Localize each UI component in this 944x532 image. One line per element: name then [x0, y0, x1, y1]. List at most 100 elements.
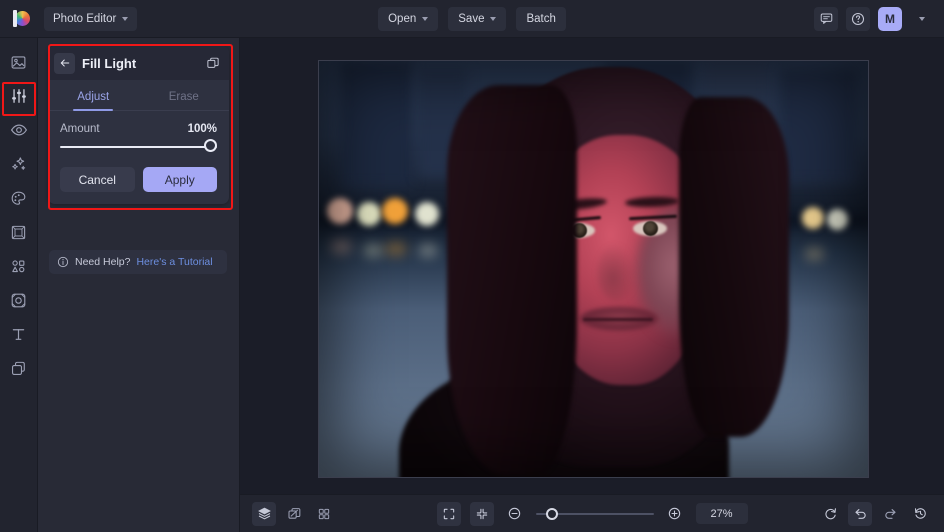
- collapse-arrows-icon: [476, 508, 487, 519]
- layers-stack-icon: [257, 507, 271, 520]
- top-bar-right-actions: M: [814, 6, 934, 31]
- bottom-bar-left: [252, 501, 336, 526]
- zoom-in-button[interactable]: [663, 502, 687, 526]
- amount-value: 100%: [187, 123, 217, 135]
- history-clock-icon: [914, 508, 926, 519]
- tool-rail: [0, 38, 38, 532]
- back-arrow-icon: [60, 59, 69, 67]
- avatar[interactable]: M: [878, 6, 902, 31]
- sidebar-item-retouch[interactable]: [5, 118, 33, 142]
- frame-border-icon: [11, 225, 26, 239]
- fill-light-panel: Fill Light Adjust Erase Amount 100% Canc…: [48, 46, 229, 204]
- undo-button[interactable]: [848, 501, 872, 526]
- panel-header: Fill Light: [48, 46, 229, 80]
- sidebar-item-frame[interactable]: [5, 220, 33, 244]
- redo-button[interactable]: [878, 502, 902, 526]
- chevron-down-icon: [490, 16, 497, 21]
- save-label: Save: [458, 12, 485, 25]
- duplicate-canvas-icon: [287, 508, 300, 519]
- panel-tabs: Adjust Erase: [48, 85, 229, 111]
- sidebar-item-adjust[interactable]: [5, 84, 33, 108]
- bottom-bar: 27%: [240, 494, 944, 532]
- back-button[interactable]: [54, 52, 75, 74]
- sidebar-item-effects[interactable]: [5, 152, 33, 176]
- sidebar-item-text[interactable]: [5, 322, 33, 346]
- apply-button[interactable]: Apply: [142, 167, 217, 192]
- amount-slider[interactable]: [48, 135, 229, 155]
- page-title: Fill Light: [82, 55, 137, 71]
- amount-slider-row: Amount 100%: [48, 111, 229, 135]
- tab-adjust-label: Adjust: [77, 91, 110, 103]
- amount-slider-track: [60, 146, 217, 148]
- redo-icon: [884, 509, 896, 519]
- history-button[interactable]: [908, 502, 932, 526]
- chevron-down-icon: [422, 16, 429, 21]
- sidebar-item-layers[interactable]: [5, 356, 33, 380]
- undo-icon: [854, 509, 866, 519]
- tab-erase-label: Erase: [168, 91, 199, 103]
- reset-rotate-icon: [824, 508, 836, 520]
- effects-sparkle-icon: [11, 157, 25, 170]
- amount-slider-handle[interactable]: [204, 139, 217, 152]
- need-help-banner[interactable]: Need Help? Here's a Tutorial: [49, 250, 227, 274]
- zoom-slider-handle[interactable]: [546, 507, 559, 520]
- tab-adjust[interactable]: Adjust: [48, 85, 139, 110]
- open-button[interactable]: Open: [378, 6, 439, 31]
- fit-to-screen-icon: [443, 508, 454, 519]
- sidebar-item-elements[interactable]: [5, 254, 33, 278]
- need-help-text: Need Help?: [75, 256, 131, 268]
- tool-panel-column: Fill Light Adjust Erase Amount 100% Canc…: [38, 38, 240, 532]
- fit-to-screen-button[interactable]: [436, 501, 461, 526]
- photo-canvas[interactable]: [318, 60, 869, 478]
- chevron-down-icon: [919, 16, 925, 21]
- grid-view-icon: [318, 508, 330, 519]
- avatar-initial: M: [885, 11, 895, 26]
- info-circle-icon: [57, 256, 69, 268]
- actual-size-button[interactable]: [469, 501, 494, 526]
- zoom-slider[interactable]: [535, 507, 654, 520]
- chat-bubble-icon: [820, 13, 832, 24]
- app-menu-button[interactable]: Photo Editor: [44, 6, 138, 31]
- top-bar-center-actions: Open Save Batch: [0, 6, 944, 31]
- feedback-button[interactable]: [814, 6, 838, 31]
- mask-overlay-icon: [11, 293, 26, 307]
- zoom-level-value[interactable]: 27%: [695, 503, 748, 524]
- layers-duplicate-icon: [11, 361, 25, 375]
- question-circle-icon: [851, 12, 865, 25]
- text-tool-icon: [12, 328, 25, 340]
- retouch-eye-icon: [10, 124, 27, 136]
- help-button[interactable]: [846, 6, 870, 31]
- batch-label: Batch: [526, 12, 556, 25]
- elements-shapes-icon: [12, 259, 25, 272]
- top-bar: Photo Editor Open Save Batch M: [0, 0, 944, 38]
- photo-editor-app: Photo Editor Open Save Batch M Fill Ligh…: [0, 0, 944, 532]
- amount-label: Amount: [60, 123, 100, 135]
- layers-button[interactable]: [252, 501, 276, 526]
- canvas-area[interactable]: [240, 38, 944, 494]
- chevron-down-icon: [122, 16, 129, 21]
- bottom-bar-right: [818, 501, 932, 526]
- save-button[interactable]: Save: [448, 6, 507, 31]
- batch-button[interactable]: Batch: [516, 6, 566, 31]
- tab-erase[interactable]: Erase: [139, 85, 230, 110]
- duplicate-canvas-button[interactable]: [282, 502, 306, 526]
- image-crop-icon: [11, 55, 26, 69]
- panel-actions: Cancel Apply: [48, 155, 229, 194]
- cancel-button[interactable]: Cancel: [60, 167, 135, 192]
- zoom-out-button[interactable]: [503, 502, 527, 526]
- open-label: Open: [388, 12, 417, 25]
- sidebar-item-image-crop[interactable]: [5, 50, 33, 74]
- sidebar-item-mask[interactable]: [5, 288, 33, 312]
- zoom-out-icon: [508, 507, 521, 520]
- tutorial-link[interactable]: Here's a Tutorial: [136, 256, 212, 268]
- sidebar-item-color[interactable]: [5, 186, 33, 210]
- reset-button[interactable]: [818, 502, 842, 526]
- brand-logo-icon[interactable]: [10, 8, 32, 30]
- grid-view-button[interactable]: [312, 502, 336, 526]
- duplicate-layer-button[interactable]: [206, 56, 220, 70]
- adjust-sliders-icon: [11, 89, 26, 103]
- zoom-in-icon: [668, 507, 681, 520]
- account-menu-button[interactable]: [910, 7, 934, 31]
- app-menu-label: Photo Editor: [53, 12, 117, 25]
- edited-photo: [319, 61, 868, 477]
